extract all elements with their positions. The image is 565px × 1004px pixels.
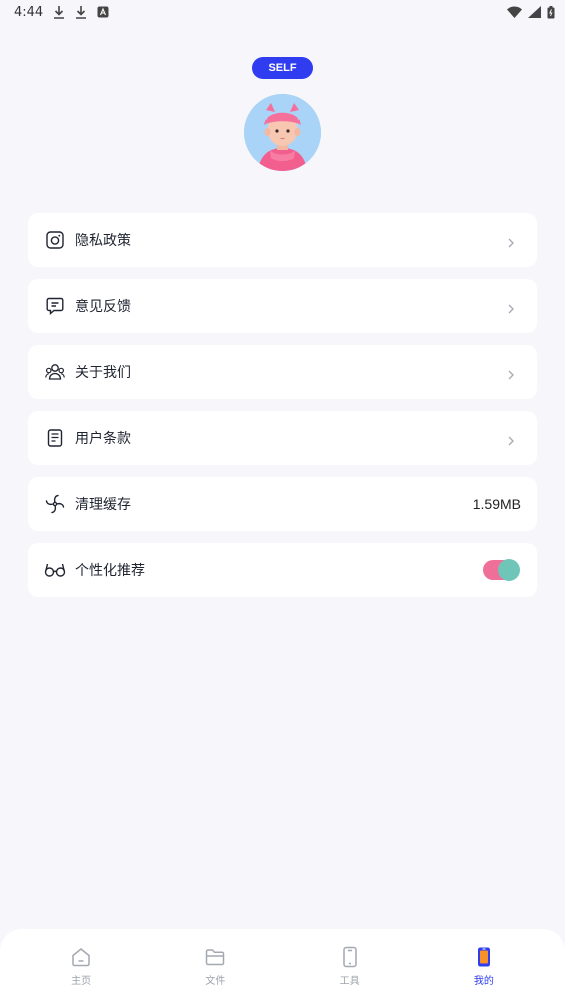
message-icon (44, 295, 66, 317)
status-bar: 4:44 (0, 0, 565, 24)
menu-item-privacy-policy[interactable]: 隐私政策 (28, 213, 537, 267)
instagram-square-icon (44, 229, 66, 251)
menu-item-label: 清理缓存 (75, 497, 131, 513)
menu-item-clear-cache[interactable]: 清理缓存 1.59MB (28, 477, 537, 531)
wifi-icon (507, 6, 522, 18)
personalized-recommendation-toggle[interactable] (483, 559, 520, 581)
nav-item-mine[interactable]: 我的 (444, 929, 524, 987)
nav-item-files[interactable]: 文件 (175, 929, 255, 987)
status-time: 4:44 (14, 4, 44, 20)
menu-item-label: 意见反馈 (75, 299, 131, 315)
group-icon (44, 361, 66, 383)
cache-size-value: 1.59MB (472, 496, 521, 512)
menu-item-label: 隐私政策 (75, 233, 131, 249)
chevron-right-icon (505, 432, 517, 446)
phone-icon (339, 946, 361, 968)
chevron-right-icon (505, 234, 517, 248)
menu-item-label: 用户条款 (75, 431, 131, 447)
download-icon (75, 5, 87, 19)
menu-item-feedback[interactable]: 意见反馈 (28, 279, 537, 333)
status-right (507, 5, 555, 19)
my-phone-icon (473, 946, 495, 968)
menu-item-label: 关于我们 (75, 365, 131, 381)
menu-item-personalized-recommendation[interactable]: 个性化推荐 (28, 543, 537, 597)
bottom-nav: 主页 文件 工具 我的 (0, 929, 565, 1004)
folder-icon (204, 946, 226, 968)
nav-label: 主页 (71, 976, 92, 987)
battery-icon (547, 5, 555, 19)
menu-item-about-us[interactable]: 关于我们 (28, 345, 537, 399)
nav-label: 我的 (473, 976, 494, 987)
settings-menu: 隐私政策 意见反馈 关于我们 用户条款 清理缓存 1.59MB 个性化推荐 (28, 213, 537, 609)
menu-item-user-terms[interactable]: 用户条款 (28, 411, 537, 465)
signal-icon (528, 6, 541, 18)
status-left: 4:44 (14, 5, 109, 20)
chevron-right-icon (505, 300, 517, 314)
menu-item-label: 个性化推荐 (75, 563, 145, 579)
home-icon (70, 946, 92, 968)
nav-item-home[interactable]: 主页 (41, 929, 121, 987)
self-badge[interactable]: SELF (252, 57, 313, 79)
chevron-right-icon (505, 366, 517, 380)
download-icon (53, 5, 65, 19)
nav-label: 工具 (339, 976, 360, 987)
toggle-knob (498, 559, 520, 581)
nav-label: 文件 (205, 976, 226, 987)
nav-item-tools[interactable]: 工具 (310, 929, 390, 987)
glasses-icon (44, 559, 66, 581)
document-icon (44, 427, 66, 449)
app-store-icon (97, 6, 109, 18)
avatar[interactable] (244, 94, 321, 171)
fan-icon (44, 493, 66, 515)
